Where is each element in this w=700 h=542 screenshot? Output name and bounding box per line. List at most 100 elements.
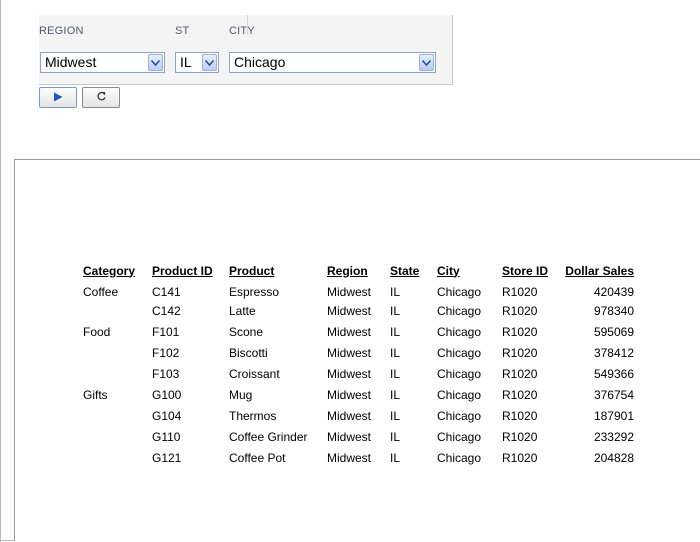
cell-region: Midwest bbox=[327, 303, 372, 318]
city-select-value: Chicago bbox=[234, 54, 286, 70]
cell-region: Midwest bbox=[327, 450, 372, 465]
table-row: C142 Latte Midwest IL Chicago R1020 9783… bbox=[79, 300, 638, 321]
cell-dollar-sales: 376754 bbox=[593, 387, 634, 402]
state-select[interactable]: IL bbox=[175, 52, 219, 73]
cell-product: Coffee Grinder bbox=[229, 429, 308, 444]
cell-state: IL bbox=[390, 450, 401, 465]
cell-dollar-sales: 978340 bbox=[593, 303, 634, 318]
cell-region: Midwest bbox=[327, 285, 372, 299]
cell-state: IL bbox=[390, 387, 401, 402]
report-table: Category Product ID Product Region State… bbox=[79, 262, 638, 468]
cell-category bbox=[79, 447, 148, 468]
table-row: F102 Biscotti Midwest IL Chicago R1020 3… bbox=[79, 342, 638, 363]
cell-store-id: R1020 bbox=[502, 450, 538, 465]
cell-category bbox=[79, 300, 148, 321]
cell-store-id: R1020 bbox=[502, 408, 538, 423]
cell-product: Coffee Pot bbox=[229, 450, 286, 465]
cell-product-id: G110 bbox=[152, 429, 181, 444]
cell-city: Chicago bbox=[437, 450, 482, 465]
cell-category bbox=[79, 405, 148, 426]
cell-city: Chicago bbox=[437, 387, 482, 402]
cell-city: Chicago bbox=[437, 429, 482, 444]
cell-region: Midwest bbox=[327, 408, 372, 423]
cell-state: IL bbox=[390, 429, 401, 444]
cell-dollar-sales: 204828 bbox=[593, 450, 634, 465]
cell-product: Thermos bbox=[229, 408, 277, 423]
reset-button[interactable] bbox=[82, 87, 120, 108]
run-button[interactable] bbox=[39, 87, 77, 108]
state-select-value: IL bbox=[180, 54, 192, 70]
cell-product: Espresso bbox=[229, 285, 280, 299]
cell-city: Chicago bbox=[437, 345, 482, 360]
cell-state: IL bbox=[390, 366, 401, 381]
cell-dollar-sales: 420439 bbox=[593, 285, 634, 299]
table-row: G104 Thermos Midwest IL Chicago R1020 18… bbox=[79, 405, 638, 426]
cell-category: Gifts bbox=[83, 387, 108, 402]
cell-region: Midwest bbox=[327, 387, 372, 402]
cell-city: Chicago bbox=[437, 366, 482, 381]
cell-product: Croissant bbox=[229, 366, 280, 381]
cell-product-id: C142 bbox=[152, 303, 181, 318]
column-header-dollar-sales: Dollar Sales bbox=[565, 263, 634, 278]
cell-city: Chicago bbox=[437, 303, 482, 318]
cell-category bbox=[79, 342, 148, 363]
chevron-down-icon[interactable] bbox=[419, 54, 434, 71]
cell-store-id: R1020 bbox=[502, 324, 538, 339]
chevron-down-icon[interactable] bbox=[148, 54, 163, 71]
cell-dollar-sales: 233292 bbox=[593, 429, 634, 444]
cell-category bbox=[79, 363, 148, 384]
region-select-value: Midwest bbox=[45, 54, 97, 70]
cell-store-id: R1020 bbox=[502, 366, 538, 381]
cell-product-id: G104 bbox=[152, 408, 182, 423]
cell-product: Mug bbox=[229, 387, 253, 402]
cell-city: Chicago bbox=[437, 324, 482, 339]
city-label: CITY bbox=[229, 25, 255, 37]
refresh-icon bbox=[96, 89, 107, 107]
window-left-border bbox=[0, 0, 1, 542]
cell-store-id: R1020 bbox=[502, 429, 538, 444]
cell-category: Coffee bbox=[83, 285, 119, 299]
cell-state: IL bbox=[390, 345, 401, 360]
table-row: Food F101 Scone Midwest IL Chicago R1020… bbox=[79, 321, 638, 342]
table-row: Gifts G100 Mug Midwest IL Chicago R1020 … bbox=[79, 384, 638, 405]
column-header-region: Region bbox=[327, 263, 368, 278]
cell-dollar-sales: 595069 bbox=[593, 324, 634, 339]
cell-dollar-sales: 187901 bbox=[593, 408, 634, 423]
cell-region: Midwest bbox=[327, 366, 372, 381]
cell-product: Latte bbox=[229, 303, 256, 318]
cell-product-id: F102 bbox=[152, 345, 180, 360]
table-header-row: Category Product ID Product Region State… bbox=[79, 262, 638, 279]
table-row: Coffee C141 Espresso Midwest IL Chicago … bbox=[79, 279, 638, 300]
city-select[interactable]: Chicago bbox=[229, 52, 436, 73]
table-row: G110 Coffee Grinder Midwest IL Chicago R… bbox=[79, 426, 638, 447]
region-select[interactable]: Midwest bbox=[40, 52, 165, 73]
cell-store-id: R1020 bbox=[502, 387, 538, 402]
cell-store-id: R1020 bbox=[502, 285, 538, 299]
cell-city: Chicago bbox=[437, 285, 482, 299]
cell-product-id: C141 bbox=[152, 285, 181, 299]
cell-state: IL bbox=[390, 285, 401, 299]
cell-state: IL bbox=[390, 324, 401, 339]
play-icon bbox=[53, 89, 63, 107]
cell-store-id: R1020 bbox=[502, 345, 538, 360]
chevron-down-icon[interactable] bbox=[202, 54, 217, 71]
cell-product-id: G121 bbox=[152, 450, 182, 465]
column-header-product: Product bbox=[229, 263, 275, 278]
state-label: ST bbox=[175, 25, 190, 37]
region-label: REGION bbox=[39, 25, 84, 37]
cell-region: Midwest bbox=[327, 324, 372, 339]
cell-category: Food bbox=[83, 324, 111, 339]
table-row: F103 Croissant Midwest IL Chicago R1020 … bbox=[79, 363, 638, 384]
cell-region: Midwest bbox=[327, 345, 372, 360]
cell-product: Biscotti bbox=[229, 345, 268, 360]
cell-product-id: F103 bbox=[152, 366, 180, 381]
table-row: G121 Coffee Pot Midwest IL Chicago R1020… bbox=[79, 447, 638, 468]
cell-dollar-sales: 549366 bbox=[593, 366, 634, 381]
cell-state: IL bbox=[390, 303, 401, 318]
column-header-product-id: Product ID bbox=[152, 263, 213, 278]
cell-store-id: R1020 bbox=[502, 303, 538, 318]
cell-product: Scone bbox=[229, 324, 264, 339]
column-header-state: State bbox=[390, 263, 420, 278]
cell-city: Chicago bbox=[437, 408, 482, 423]
cell-state: IL bbox=[390, 408, 401, 423]
